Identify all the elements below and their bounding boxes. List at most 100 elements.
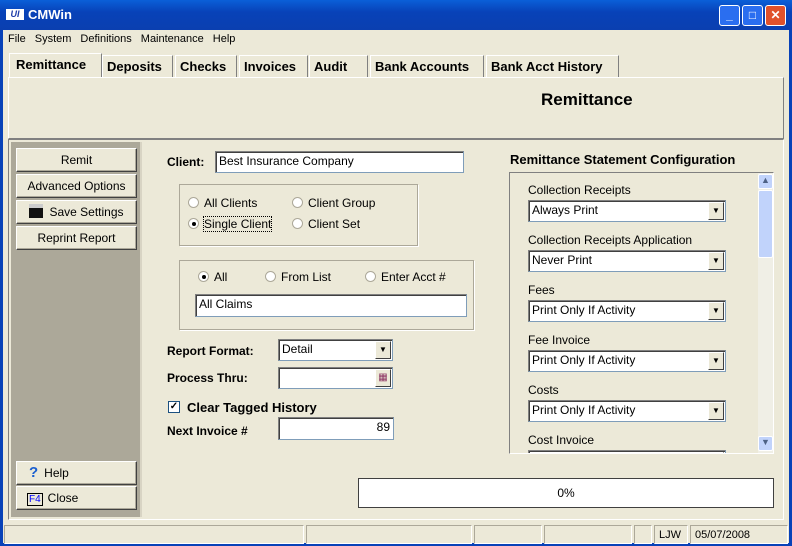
chevron-down-icon[interactable]: ▼ <box>708 402 724 420</box>
menu-file[interactable]: File <box>8 33 26 45</box>
progress-bar: 0% <box>358 478 774 508</box>
radio-label: Single Client <box>202 216 273 232</box>
config-item: Costs Print Only If Activity ▼ <box>528 383 726 422</box>
status-date: 05/07/2008 <box>690 525 788 544</box>
radio-label: From List <box>281 270 332 284</box>
config-item-label: Costs <box>528 383 559 397</box>
config-item-value: Print Only If Activity <box>532 353 636 367</box>
radio-icon <box>365 271 376 282</box>
radio-enter-acct[interactable]: Enter Acct # <box>365 270 446 284</box>
chevron-down-icon[interactable]: ▼ <box>708 202 724 220</box>
floppy-disk-icon <box>29 204 44 218</box>
next-invoice-input[interactable]: 89 <box>278 417 394 440</box>
radio-all-clients[interactable]: All Clients <box>188 196 257 210</box>
menu-definitions[interactable]: Definitions <box>80 33 131 45</box>
radio-icon <box>292 197 303 208</box>
radio-from-list[interactable]: From List <box>265 270 331 284</box>
next-invoice-label: Next Invoice # <box>167 424 248 438</box>
config-item-select[interactable]: Never Print ▼ <box>528 250 726 272</box>
save-settings-button[interactable]: Save Settings <box>16 200 137 224</box>
reprint-report-button[interactable]: Reprint Report <box>16 226 137 250</box>
calendar-icon[interactable]: ▦ <box>375 369 391 387</box>
chevron-down-icon[interactable]: ▼ <box>708 252 724 270</box>
config-item-value: Print Only If Activity <box>532 403 636 417</box>
radio-label: Enter Acct # <box>381 270 446 284</box>
report-format-label: Report Format: <box>167 344 254 358</box>
advanced-options-button[interactable]: Advanced Options <box>16 174 137 198</box>
config-item-label: Collection Receipts <box>528 183 631 197</box>
chevron-down-icon[interactable]: ▼ <box>708 452 724 453</box>
chevron-down-icon[interactable]: ▼ <box>708 352 724 370</box>
config-item-select[interactable]: Print Only If Activity ▼ <box>528 350 726 372</box>
help-label: Help <box>44 466 69 480</box>
minimize-button[interactable]: _ <box>719 5 740 26</box>
sidebar: Remit Advanced Options Save Settings Rep… <box>11 142 142 517</box>
client-input[interactable]: Best Insurance Company <box>215 151 464 173</box>
tab-bank-acct-history[interactable]: Bank Acct History <box>486 55 619 77</box>
process-thru-date-input[interactable]: ▦ <box>278 367 393 389</box>
config-item-select[interactable]: Always Print ▼ <box>528 200 726 222</box>
report-format-value: Detail <box>282 342 313 356</box>
save-settings-label: Save Settings <box>49 205 124 219</box>
config-title: Remittance Statement Configuration <box>510 152 736 167</box>
window-title: CMWin <box>28 7 72 22</box>
scroll-up-icon[interactable]: ▲ <box>758 174 773 189</box>
status-cell <box>474 525 542 544</box>
config-item: Fees Print Only If Activity ▼ <box>528 283 726 322</box>
vertical-scrollbar[interactable]: ▲ ▼ <box>758 173 773 453</box>
config-item-select[interactable]: Print Only If Activity ▼ <box>528 400 726 422</box>
menu-help[interactable]: Help <box>213 33 236 45</box>
tab-bank-accounts[interactable]: Bank Accounts <box>370 55 484 77</box>
radio-label: All <box>214 270 228 284</box>
chevron-down-icon[interactable]: ▼ <box>375 341 391 359</box>
menu-maintenance[interactable]: Maintenance <box>141 33 204 45</box>
config-item-label: Fee Invoice <box>528 333 591 347</box>
clear-tagged-checkbox[interactable]: ✓ <box>168 401 180 413</box>
radio-icon <box>265 271 276 282</box>
radio-label: All Clients <box>204 196 258 210</box>
config-item-value: Never Print <box>532 253 593 267</box>
radio-icon <box>188 197 199 208</box>
tab-remittance[interactable]: Remittance <box>9 53 102 78</box>
clear-tagged-label: Clear Tagged History <box>187 400 317 415</box>
tab-invoices[interactable]: Invoices <box>239 55 308 77</box>
status-cell <box>4 525 304 544</box>
config-item-label: Cost Invoice <box>528 433 595 447</box>
radio-single-client[interactable]: Single Client <box>188 216 273 232</box>
chevron-down-icon[interactable]: ▼ <box>708 302 724 320</box>
radio-client-group[interactable]: Client Group <box>292 196 375 210</box>
tab-audit[interactable]: Audit <box>309 55 368 77</box>
remit-button[interactable]: Remit <box>16 148 137 172</box>
tab-deposits[interactable]: Deposits <box>102 55 173 77</box>
config-item-value: Print Only If Activity <box>532 303 636 317</box>
help-button[interactable]: ? Help <box>16 461 137 485</box>
maximize-button[interactable]: □ <box>742 5 763 26</box>
scroll-thumb[interactable] <box>758 190 773 258</box>
radio-icon <box>292 218 303 229</box>
claims-input[interactable]: All Claims <box>195 294 467 317</box>
config-item-value: Always Print <box>532 203 599 217</box>
menu-bar: File System Definitions Maintenance Help <box>8 31 244 45</box>
config-item: Collection Receipts Application Never Pri… <box>528 233 726 272</box>
scroll-down-icon[interactable]: ▼ <box>758 436 773 451</box>
progress-text: 0% <box>557 486 575 500</box>
client-label: Client: <box>167 155 205 169</box>
config-item-select[interactable]: Print Only If Activity ▼ <box>528 300 726 322</box>
config-scroll-panel: Collection Receipts Always Print ▼ Collect… <box>509 172 774 454</box>
claims-group: All From List Enter Acct # All Claims <box>179 260 474 330</box>
page-title: Remittance <box>541 90 633 109</box>
radio-all[interactable]: All <box>198 270 227 284</box>
config-item-select[interactable]: ▼ <box>528 450 726 453</box>
close-window-button[interactable]: ✕ <box>765 5 786 26</box>
report-format-select[interactable]: Detail ▼ <box>278 339 393 361</box>
radio-client-set[interactable]: Client Set <box>292 217 360 231</box>
status-user: LJW <box>654 525 688 544</box>
radio-label: Client Group <box>308 196 376 210</box>
menu-system[interactable]: System <box>35 33 72 45</box>
tab-checks[interactable]: Checks <box>175 55 237 77</box>
status-cell <box>306 525 472 544</box>
radio-label: Client Set <box>308 217 361 231</box>
radio-selected-icon <box>188 218 199 229</box>
config-item-label: Fees <box>528 283 555 297</box>
close-button[interactable]: F4 Close <box>16 486 137 510</box>
